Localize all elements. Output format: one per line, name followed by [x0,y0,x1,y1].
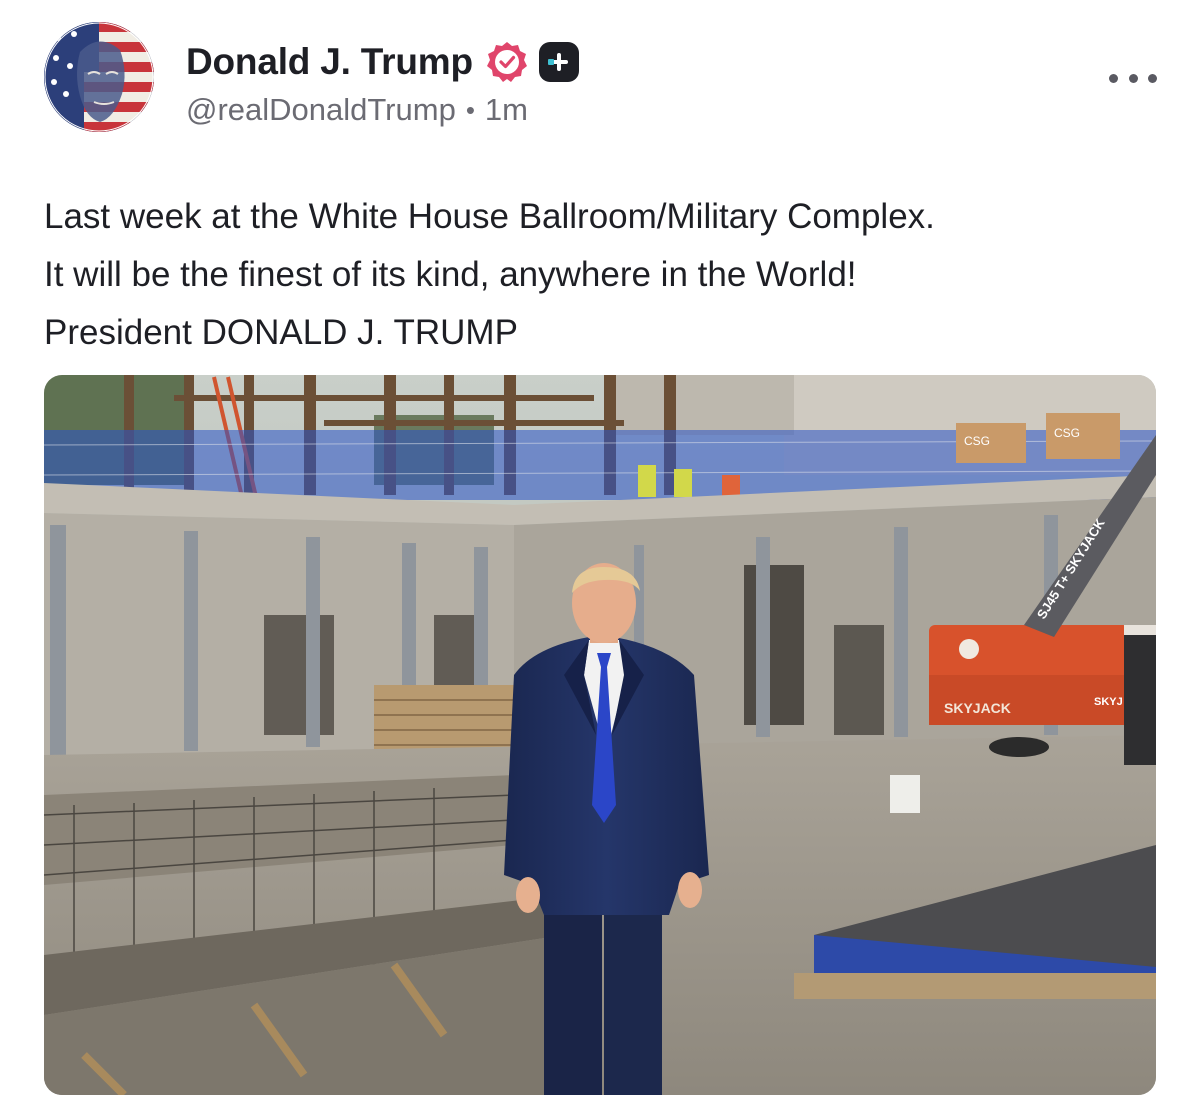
avatar-flag-portrait-icon [44,22,154,132]
separator-dot: • [465,94,475,125]
lift-label: SKYJ [1094,696,1123,708]
post-text-line: Last week at the White House Ballroom/Mi… [44,197,935,236]
verified-badge-icon [485,40,529,84]
author-handle-row: @realDonaldTrump • 1m [186,92,528,128]
more-dot [1128,73,1138,83]
post-image[interactable]: CSG CSG SKYJACK SKYJ SJ45 T+ SKYJACK [44,375,1156,1095]
post-timestamp[interactable]: 1m [485,92,528,128]
author-handle[interactable]: @realDonaldTrump [186,92,456,128]
author-display-name[interactable]: Donald J. Trump [186,41,473,83]
post-body-text: Last week at the White House Ballroom/Mi… [44,188,1164,362]
lift-label: SKYJACK [944,700,1011,716]
more-dot [1109,73,1118,83]
more-dot [1148,73,1157,83]
author-name-row: Donald J. Trump [186,38,579,86]
avatar[interactable] [44,22,154,132]
plus-badge-icon [538,42,579,82]
crate-label: CSG [1054,426,1080,440]
construction-site-photo-icon: CSG CSG SKYJACK SKYJ SJ45 T+ SKYJACK [44,375,1156,1095]
more-options-icon[interactable] [1103,58,1163,98]
crate-label: CSG [964,434,990,448]
post-card: Donald J. Trump @realDonaldTrump • 1m La… [0,0,1200,1115]
post-text-line: It will be the finest of its kind, anywh… [44,255,857,294]
post-text-line: President DONALD J. TRUMP [44,313,518,352]
